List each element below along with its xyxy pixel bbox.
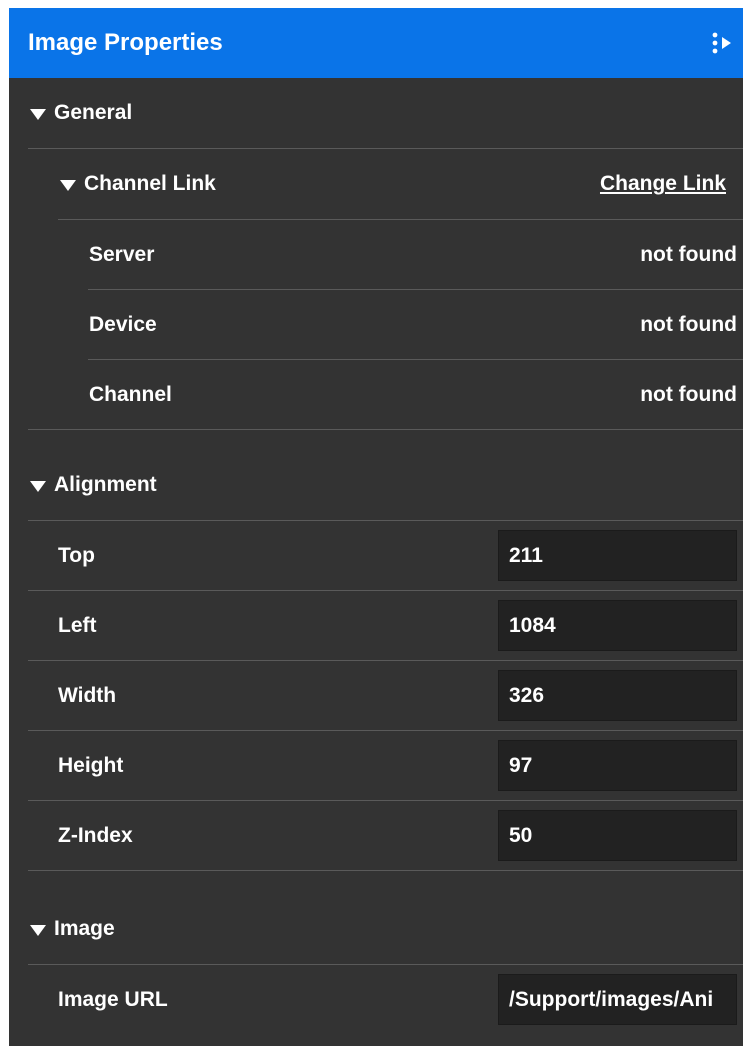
prop-label: Height bbox=[58, 753, 124, 777]
prop-label: Width bbox=[58, 683, 117, 707]
info-value: not found bbox=[640, 312, 737, 336]
info-row-server: Server not found bbox=[9, 220, 743, 289]
caret-down-icon bbox=[30, 480, 46, 492]
prop-row-image-url: Image URL bbox=[9, 965, 743, 1034]
prop-label: Top bbox=[58, 543, 95, 567]
info-label: Channel bbox=[89, 382, 172, 406]
info-value: not found bbox=[640, 382, 737, 406]
info-label: Device bbox=[89, 312, 157, 336]
section-alignment-label: Alignment bbox=[54, 473, 157, 496]
height-input[interactable] bbox=[498, 740, 737, 791]
section-image-label: Image bbox=[54, 917, 115, 940]
image-url-input[interactable] bbox=[498, 974, 737, 1025]
caret-down-icon bbox=[60, 179, 76, 191]
panel-collapse-icon[interactable] bbox=[709, 28, 735, 58]
info-label: Server bbox=[89, 242, 155, 266]
prop-label: Image URL bbox=[58, 987, 168, 1011]
z-index-input[interactable] bbox=[498, 810, 737, 861]
prop-row-z-index: Z-Index bbox=[9, 801, 743, 870]
panel-header: Image Properties bbox=[9, 8, 743, 78]
section-image-header[interactable]: Image bbox=[9, 894, 743, 964]
width-input[interactable] bbox=[498, 670, 737, 721]
section-alignment-header[interactable]: Alignment bbox=[9, 450, 743, 520]
channel-link-header: Channel Link Change Link bbox=[9, 149, 743, 219]
prop-row-top: Top bbox=[9, 521, 743, 590]
prop-row-height: Height bbox=[9, 731, 743, 800]
caret-down-icon bbox=[30, 108, 46, 120]
section-general-label: General bbox=[54, 101, 133, 124]
info-row-channel: Channel not found bbox=[9, 360, 743, 429]
prop-label: Left bbox=[58, 613, 97, 637]
channel-link-label: Channel Link bbox=[84, 172, 216, 195]
image-properties-panel: Image Properties General Channel Link Ch… bbox=[9, 8, 743, 1046]
section-general-header[interactable]: General bbox=[9, 78, 743, 148]
change-link[interactable]: Change Link bbox=[600, 172, 726, 196]
panel-title: Image Properties bbox=[28, 29, 223, 56]
dots-arrow-icon bbox=[712, 32, 731, 54]
info-value: not found bbox=[640, 242, 737, 266]
prop-label: Z-Index bbox=[58, 823, 133, 847]
info-row-device: Device not found bbox=[9, 290, 743, 359]
channel-link-toggle[interactable]: Channel Link bbox=[60, 172, 216, 196]
caret-down-icon bbox=[30, 924, 46, 936]
left-input[interactable] bbox=[498, 600, 737, 651]
prop-row-width: Width bbox=[9, 661, 743, 730]
prop-row-left: Left bbox=[9, 591, 743, 660]
top-input[interactable] bbox=[498, 530, 737, 581]
